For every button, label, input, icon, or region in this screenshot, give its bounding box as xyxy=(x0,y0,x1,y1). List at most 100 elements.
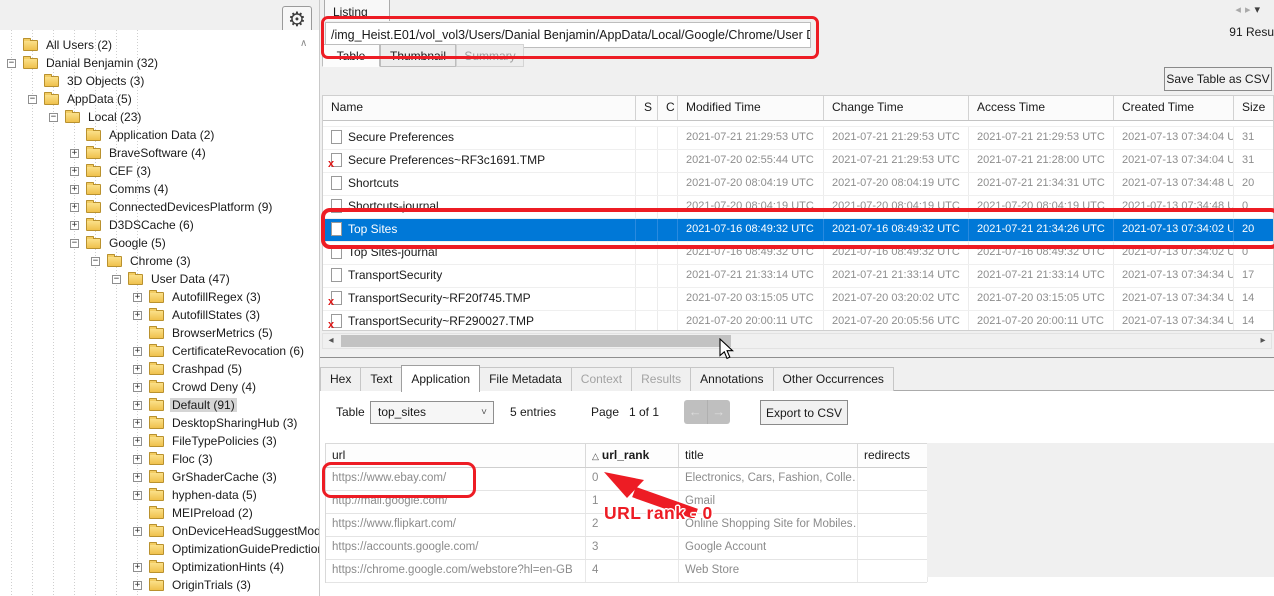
expand-icon[interactable]: + xyxy=(133,419,142,428)
tree-item[interactable]: +Default (91) xyxy=(0,396,319,414)
tree-item[interactable]: Application Data (2) xyxy=(0,126,319,144)
tree-item[interactable]: +BraveSoftware (4) xyxy=(0,144,319,162)
expand-icon[interactable]: + xyxy=(133,455,142,464)
back-icon[interactable]: ◂ xyxy=(1235,4,1245,16)
file-row[interactable]: Shortcuts2021-07-20 08:04:19 UTC2021-07-… xyxy=(323,173,1273,196)
column-header[interactable]: Access Time xyxy=(969,96,1114,120)
tab-file-metadata[interactable]: File Metadata xyxy=(479,367,572,391)
tree-item[interactable]: +D3DSCache (6) xyxy=(0,216,319,234)
expand-icon[interactable]: + xyxy=(70,149,79,158)
page-prev-icon[interactable]: ← xyxy=(684,400,708,424)
tab-listing[interactable]: Listing xyxy=(324,0,390,21)
collapse-icon[interactable]: − xyxy=(49,113,58,122)
tree-item[interactable]: +hyphen-data (5) xyxy=(0,486,319,504)
tree-item[interactable]: 3D Objects (3) xyxy=(0,72,319,90)
horizontal-scrollbar[interactable]: ◂ ▸ xyxy=(322,333,1272,349)
tab-annotations[interactable]: Annotations xyxy=(690,367,773,391)
column-header[interactable]: Size xyxy=(1234,96,1274,120)
collapse-icon[interactable]: − xyxy=(70,239,79,248)
tree-item[interactable]: +Comms (4) xyxy=(0,180,319,198)
page-next-icon[interactable]: → xyxy=(708,400,731,424)
tree-item[interactable]: +Floc (3) xyxy=(0,450,319,468)
column-header[interactable]: url xyxy=(326,444,586,467)
expand-icon[interactable]: + xyxy=(70,185,79,194)
scroll-right-icon[interactable]: ▸ xyxy=(1255,334,1271,348)
tree-item[interactable]: +Crowd Deny (4) xyxy=(0,378,319,396)
column-header[interactable]: redirects xyxy=(858,444,928,467)
expand-icon[interactable]: + xyxy=(133,293,142,302)
expand-icon[interactable]: + xyxy=(133,491,142,500)
column-header[interactable]: C xyxy=(658,96,678,120)
expand-icon[interactable]: + xyxy=(70,221,79,230)
tree-item[interactable]: BrowserMetrics (5) xyxy=(0,324,319,342)
top-site-row[interactable]: https://accounts.google.com/3Google Acco… xyxy=(326,537,927,560)
panel-splitter[interactable] xyxy=(320,350,1274,364)
tree-item[interactable]: MEIPreload (2) xyxy=(0,504,319,522)
tree-item[interactable]: OptimizationGuidePredictionModel (2) xyxy=(0,540,319,558)
tree-item[interactable]: −Google (5) xyxy=(0,234,319,252)
expand-icon[interactable]: + xyxy=(133,563,142,572)
expand-icon[interactable]: + xyxy=(133,581,142,590)
column-header[interactable]: S xyxy=(636,96,658,120)
tree-item[interactable]: +FileTypePolicies (3) xyxy=(0,432,319,450)
column-header[interactable]: Created Time xyxy=(1114,96,1234,120)
expand-icon[interactable]: + xyxy=(70,167,79,176)
file-row[interactable]: Shortcuts-journal2021-07-20 08:04:19 UTC… xyxy=(323,196,1273,219)
scrollbar-thumb[interactable] xyxy=(341,335,731,347)
tree-item[interactable]: +ConnectedDevicesPlatform (9) xyxy=(0,198,319,216)
tree-item[interactable]: +CertificateRevocation (6) xyxy=(0,342,319,360)
tab-hex[interactable]: Hex xyxy=(320,367,361,391)
column-header[interactable]: △url_rank xyxy=(586,444,679,467)
tree-item[interactable]: +OnDeviceHeadSuggestModel (3) xyxy=(0,522,319,540)
tree-item[interactable]: +AutofillStates (3) xyxy=(0,306,319,324)
top-site-row[interactable]: https://www.ebay.com/0Electronics, Cars,… xyxy=(326,468,927,491)
tab-thumbnail-view[interactable]: Thumbnail xyxy=(380,44,456,67)
tree-item[interactable]: +GrShaderCache (3) xyxy=(0,468,319,486)
column-header[interactable]: title xyxy=(679,444,858,467)
expand-icon[interactable]: + xyxy=(133,347,142,356)
expand-icon[interactable]: + xyxy=(133,401,142,410)
table-select-dropdown[interactable]: top_sites˅ xyxy=(370,401,494,424)
tab-table-view[interactable]: Table xyxy=(322,44,380,67)
tree-item[interactable]: −AppData (5) xyxy=(0,90,319,108)
tab-text[interactable]: Text xyxy=(360,367,402,391)
expand-icon[interactable]: + xyxy=(133,527,142,536)
collapse-icon[interactable]: − xyxy=(7,59,16,68)
tree-item[interactable]: −Danial Benjamin (32) xyxy=(0,54,319,72)
tree-item[interactable]: +AutofillRegex (3) xyxy=(0,288,319,306)
tree-scroll-up-icon[interactable]: ∧ xyxy=(300,38,307,49)
tree-item[interactable]: +Crashpad (5) xyxy=(0,360,319,378)
column-header[interactable]: Name xyxy=(323,96,636,120)
top-site-row[interactable]: https://chrome.google.com/webstore?hl=en… xyxy=(326,560,927,583)
collapse-icon[interactable]: − xyxy=(91,257,100,266)
export-to-csv-button[interactable]: Export to CSV xyxy=(760,400,848,425)
file-row[interactable]: TransportSecurity~RF290027.TMP2021-07-20… xyxy=(323,311,1273,331)
collapse-icon[interactable]: − xyxy=(112,275,121,284)
column-header[interactable]: Change Time xyxy=(824,96,969,120)
expand-icon[interactable]: + xyxy=(133,383,142,392)
file-row[interactable]: TransportSecurity~RF20f745.TMP2021-07-20… xyxy=(323,288,1273,311)
tab-application[interactable]: Application xyxy=(401,365,480,392)
collapse-icon[interactable]: − xyxy=(28,95,37,104)
column-header[interactable]: Modified Time xyxy=(678,96,824,120)
file-row[interactable]: Top Sites-journal2021-07-16 08:49:32 UTC… xyxy=(323,242,1273,265)
tree-item[interactable]: −Chrome (3) xyxy=(0,252,319,270)
file-row[interactable]: TransportSecurity2021-07-21 21:33:14 UTC… xyxy=(323,265,1273,288)
expand-icon[interactable]: + xyxy=(133,365,142,374)
tree-item[interactable]: +OptimizationHints (4) xyxy=(0,558,319,576)
tree-item[interactable]: +OriginTrials (3) xyxy=(0,576,319,594)
dropdown-icon[interactable]: ▾ xyxy=(1254,4,1264,16)
file-row[interactable]: Secure Preferences~RF3c1691.TMP2021-07-2… xyxy=(323,150,1273,173)
save-table-as-csv-button[interactable]: Save Table as CSV xyxy=(1164,67,1272,91)
expand-icon[interactable]: + xyxy=(133,473,142,482)
tree-item[interactable]: −Local (23) xyxy=(0,108,319,126)
tree-item[interactable]: All Users (2) xyxy=(0,36,319,54)
tree-item[interactable]: +DesktopSharingHub (3) xyxy=(0,414,319,432)
tree-item[interactable]: −User Data (47) xyxy=(0,270,319,288)
tab-other-occurrences[interactable]: Other Occurrences xyxy=(773,367,894,391)
file-row[interactable]: Secure Preferences2021-07-21 21:29:53 UT… xyxy=(323,127,1273,150)
tree-item[interactable]: +CEF (3) xyxy=(0,162,319,180)
expand-icon[interactable]: + xyxy=(133,311,142,320)
file-row[interactable]: Top Sites2021-07-16 08:49:32 UTC2021-07-… xyxy=(323,219,1273,242)
expand-icon[interactable]: + xyxy=(70,203,79,212)
